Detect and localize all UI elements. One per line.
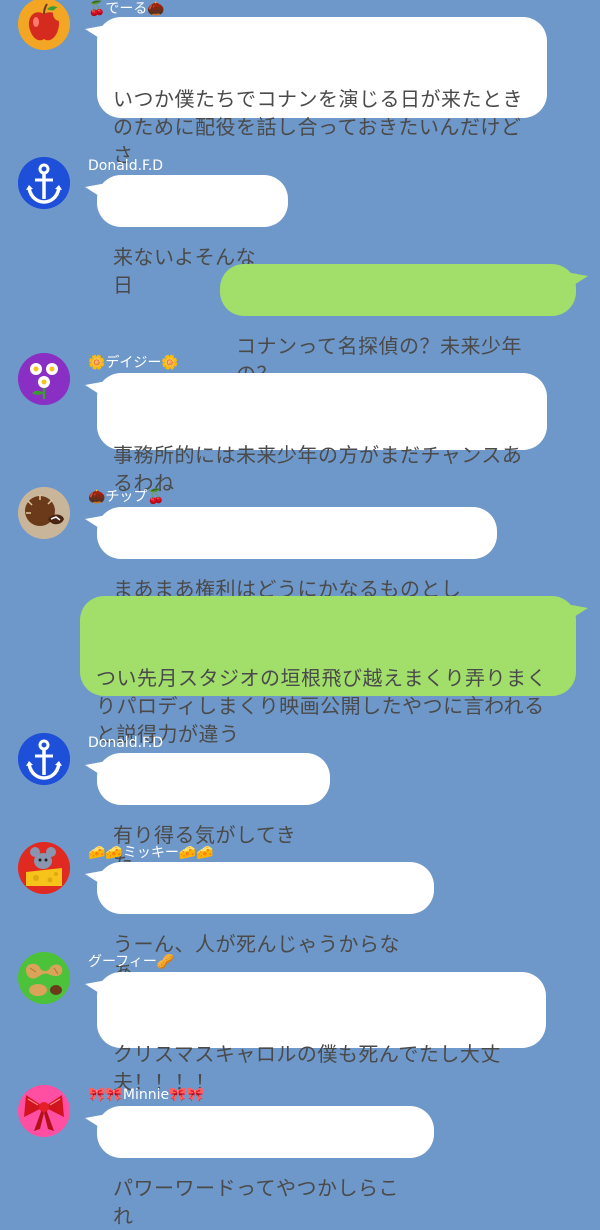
- bubble-tail: [85, 980, 107, 998]
- message-bubble[interactable]: 来ないよそんな日: [85, 175, 288, 297]
- daisy-icon: [18, 353, 70, 405]
- sender-name: 🌰チップ🍒: [88, 489, 165, 505]
- message-bubble[interactable]: 有り得る気がしてきた: [85, 753, 330, 875]
- avatar[interactable]: [18, 733, 70, 785]
- mouse-cheese-icon: [18, 842, 70, 894]
- message-bubble[interactable]: パワーワードってやつかしらこれ: [85, 1106, 434, 1228]
- avatar[interactable]: [18, 157, 70, 209]
- sender-name: 🍒でーる🌰: [88, 1, 165, 17]
- bubble-tail: [85, 1114, 107, 1132]
- bubble-tail: [85, 381, 107, 399]
- sender-name: グーフィー🥜: [88, 954, 175, 970]
- avatar[interactable]: [18, 0, 70, 50]
- bubble-tail: [85, 25, 107, 43]
- anchor-icon: [18, 157, 70, 209]
- avatar[interactable]: [18, 1085, 70, 1137]
- ribbon-icon: [18, 1085, 70, 1137]
- peanut-icon: [18, 952, 70, 1004]
- message-bubble[interactable]: まあまあ権利はどうにかなるものとして: [85, 507, 497, 629]
- message-bubble[interactable]: うーん、人が死んじゃうからなあ: [85, 862, 434, 984]
- message-bubble[interactable]: クリスマスキャロルの僕も死んでたし大丈 夫！！！！: [85, 972, 546, 1094]
- chestnut-icon: [18, 487, 70, 539]
- avatar[interactable]: [18, 842, 70, 894]
- bubble-tail: [85, 183, 107, 201]
- bubble-tail: [566, 272, 588, 290]
- message-bubble[interactable]: コナンって名探偵の？未来少年の？: [220, 264, 588, 386]
- avatar[interactable]: [18, 952, 70, 1004]
- message-bubble[interactable]: 事務所的には未来少年の方がまだチャンスあ るわね: [85, 373, 547, 495]
- message-text: 事務所的には未来少年の方がまだチャンスあ るわね: [113, 443, 523, 495]
- message-bubble[interactable]: つい先月スタジオの垣根飛び越えまくり弄りまく りパロディしまくり映画公開したやつ…: [80, 596, 588, 746]
- bubble-tail: [566, 604, 588, 622]
- message-text: いつか僕たちでコナンを演じる日が来たとき のために配役を話し合っておきたいんだけ…: [113, 87, 523, 167]
- avatar[interactable]: [18, 353, 70, 405]
- message-text: つい先月スタジオの垣根飛び越えまくり弄りまく りパロディしまくり映画公開したやつ…: [96, 666, 547, 746]
- anchor-icon: [18, 733, 70, 785]
- bubble-tail: [85, 761, 107, 779]
- message-bubble[interactable]: いつか僕たちでコナンを演じる日が来たとき のために配役を話し合っておきたいんだけ…: [85, 17, 547, 167]
- sender-name: 🌼デイジー🌼: [88, 355, 179, 371]
- avatar[interactable]: [18, 487, 70, 539]
- apple-icon: [18, 0, 70, 50]
- sender-name: Donald.F.D: [88, 158, 164, 174]
- sender-name: 🎀🎀Minnie🎀🎀: [88, 1087, 204, 1103]
- bubble-tail: [85, 515, 107, 533]
- message-text: パワーワードってやつかしらこれ: [113, 1176, 399, 1228]
- sender-name: Donald.F.D: [88, 735, 164, 751]
- sender-name: 🧀🧀ミッキー🧀🧀: [88, 845, 214, 861]
- bubble-tail: [85, 870, 107, 888]
